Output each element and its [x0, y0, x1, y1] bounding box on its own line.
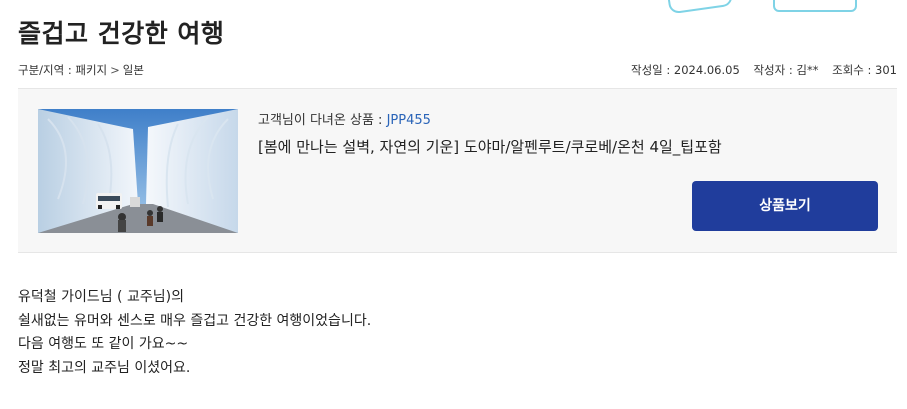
- post-author: 작성자 : 김**: [753, 63, 819, 77]
- post-info: 작성일 : 2024.06.05 작성자 : 김** 조회수 : 301: [621, 62, 897, 78]
- content-line: 정말 최고의 교주님 이셨어요.: [18, 359, 191, 376]
- review-content: 유덕철 가이드님 ( 교주님)의 쉴새없는 유머와 센스로 매우 즐겁고 건강한…: [18, 286, 371, 380]
- page-title: 즐겁고 건강한 여행: [18, 19, 225, 48]
- product-name[interactable]: [봄에 만나는 설벽, 자연의 기운] 도야마/알펜루트/쿠로베/온천 4일_팁…: [258, 136, 877, 157]
- view-product-button[interactable]: 상품보기: [692, 181, 878, 231]
- decorative-shape: [666, 0, 734, 15]
- product-code-line: 고객님이 다녀온 상품 : JPP455: [258, 109, 877, 128]
- post-views: 조회수 : 301: [832, 63, 897, 77]
- product-code-label: 고객님이 다녀온 상품 :: [258, 113, 387, 128]
- post-meta: 구분/지역 : 패키지 > 일본 작성일 : 2024.06.05 작성자 : 김*…: [18, 62, 897, 80]
- product-code[interactable]: JPP455: [387, 113, 431, 128]
- post-date: 작성일 : 2024.06.05: [631, 63, 740, 77]
- content-line: 유덕철 가이드님 ( 교주님)의: [18, 289, 184, 305]
- snow-wall-photo-icon: [38, 109, 238, 233]
- category-region: 일본: [122, 63, 144, 77]
- category-label: 구분/지역 : 패키지: [18, 63, 108, 77]
- review-page: 즐겁고 건강한 여행 구분/지역 : 패키지 > 일본 작성일 : 2024.06.…: [0, 0, 907, 409]
- content-line: 쉴새없는 유머와 센스로 매우 즐겁고 건강한 여행이었습니다.: [18, 312, 372, 329]
- category-breadcrumb: 구분/지역 : 패키지 > 일본: [18, 62, 144, 78]
- breadcrumb-separator: >: [110, 63, 120, 77]
- product-image[interactable]: [38, 109, 238, 233]
- decorative-shape: [773, 0, 857, 12]
- product-card: 고객님이 다녀온 상품 : JPP455 [봄에 만나는 설벽, 자연의 기운]…: [18, 88, 897, 253]
- product-info: 고객님이 다녀온 상품 : JPP455 [봄에 만나는 설벽, 자연의 기운]…: [258, 109, 877, 157]
- content-line: 다음 여행도 또 같이 가요~~: [18, 336, 189, 352]
